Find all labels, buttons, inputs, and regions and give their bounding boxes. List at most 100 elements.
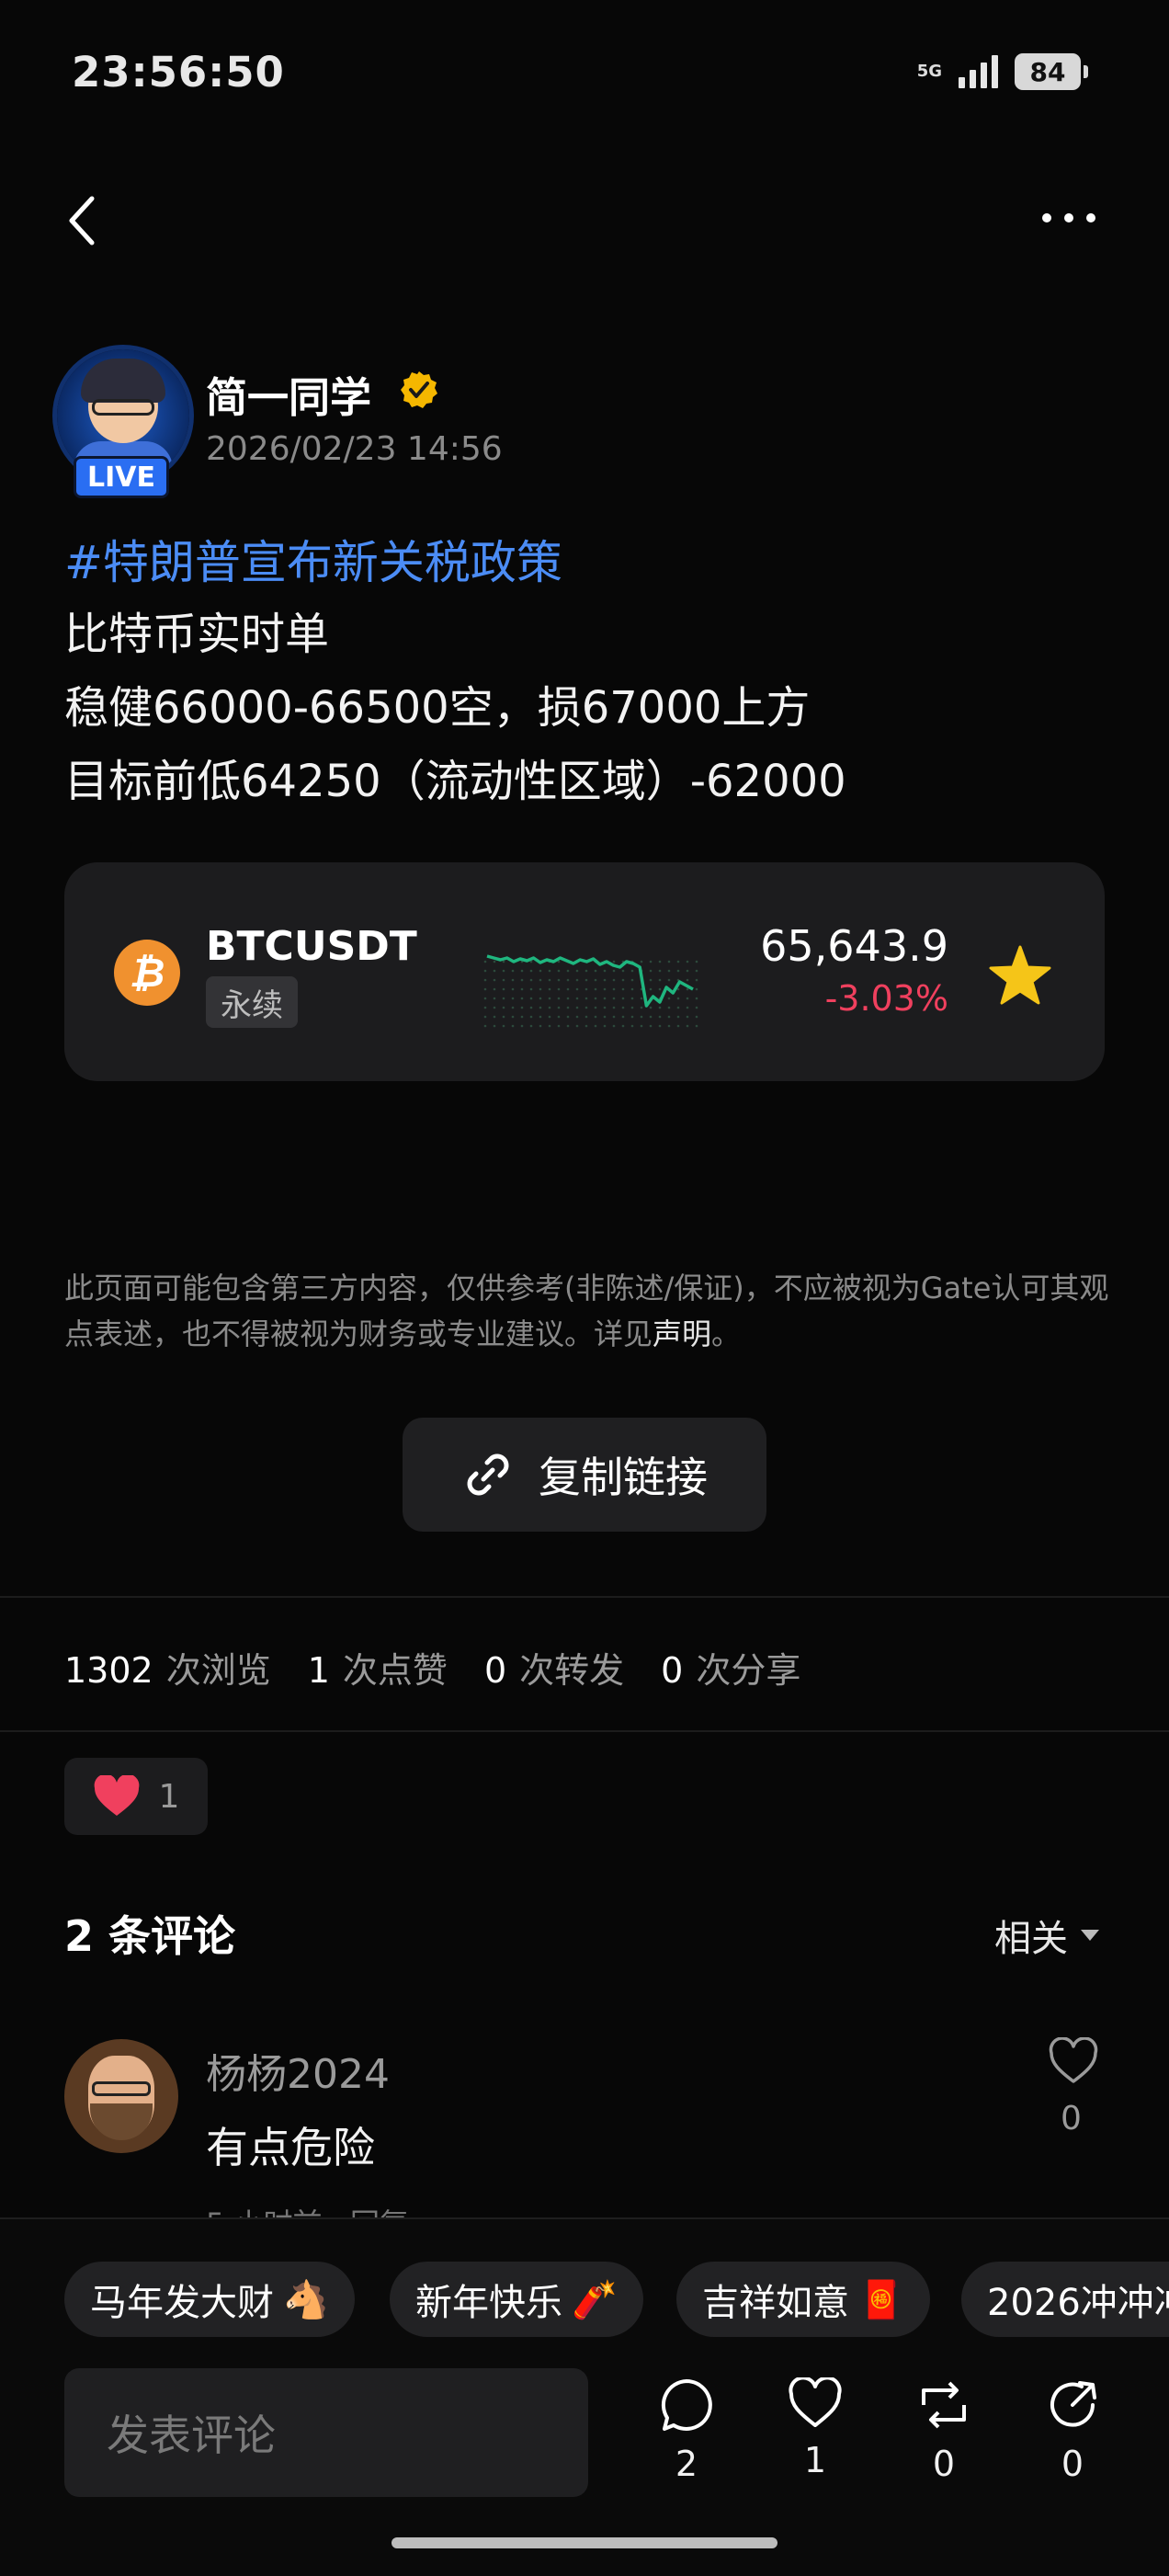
sparkline-grid-dot xyxy=(658,987,662,991)
contract-type-tag: 永续 xyxy=(206,976,298,1028)
sparkline-grid-dot xyxy=(658,1006,662,1009)
sparkline-grid-dot xyxy=(584,1015,588,1019)
sparkline-grid-dot xyxy=(676,997,680,1000)
sparkline-grid-dot xyxy=(511,969,515,973)
bitcoin-icon: ₿ xyxy=(114,940,180,1006)
sparkline-grid-dot xyxy=(695,1024,698,1028)
sparkline-grid-dot xyxy=(511,997,515,1000)
home-indicator[interactable] xyxy=(392,2537,777,2548)
sparkline-grid-dot xyxy=(539,1006,542,1009)
sparkline-grid-dot xyxy=(566,969,570,973)
sparkline-grid-dot xyxy=(575,987,579,991)
repost-action-count: 0 xyxy=(932,2444,956,2484)
quick-reply-chip[interactable]: 吉祥如意 🧧 xyxy=(676,2262,930,2337)
sparkline-grid-dot xyxy=(529,969,533,973)
sparkline-grid-dot xyxy=(529,978,533,982)
sparkline-grid-dot xyxy=(695,997,698,1000)
sparkline-grid-dot xyxy=(502,1024,505,1028)
sparkline-grid-dot xyxy=(658,1024,662,1028)
sparkline-grid-dot xyxy=(676,1024,680,1028)
sparkline-grid-dot xyxy=(667,1006,671,1009)
likes-label: 次点赞 xyxy=(342,1650,448,1691)
back-icon[interactable] xyxy=(64,193,101,248)
sparkline-grid-dot xyxy=(584,1006,588,1009)
sparkline-grid-dot xyxy=(493,997,496,1000)
sparkline-grid-dot xyxy=(529,1006,533,1009)
sparkline-grid-dot xyxy=(520,1015,524,1019)
sparkline-grid-dot xyxy=(566,987,570,991)
sparkline-line xyxy=(486,954,694,1008)
verified-badge-icon xyxy=(401,371,437,408)
quick-reply-chip[interactable]: 新年快乐 🧨 xyxy=(390,2262,643,2337)
battery-level: 84 xyxy=(1029,56,1066,87)
comment-input[interactable]: 发表评论 xyxy=(64,2368,588,2497)
comment-like-icon[interactable] xyxy=(1048,2037,1099,2085)
sparkline-grid-dot xyxy=(603,1024,607,1028)
share-action-count: 0 xyxy=(1061,2444,1084,2484)
heart-outline-icon xyxy=(789,2377,842,2427)
sparkline-grid-dot xyxy=(493,1006,496,1009)
sparkline-grid-dot xyxy=(566,1006,570,1009)
sparkline-grid-dot xyxy=(483,1015,487,1019)
sparkline-grid-dot xyxy=(640,960,643,963)
sparkline-grid-dot xyxy=(594,987,597,991)
more-options-icon[interactable] xyxy=(1042,213,1095,222)
sparkline-grid-dot xyxy=(493,960,496,963)
sparkline-grid-dot xyxy=(483,1024,487,1028)
sparkline-grid-dot xyxy=(695,978,698,982)
sparkline-grid-dot xyxy=(493,987,496,991)
copy-link-button[interactable]: 复制链接 xyxy=(403,1418,766,1532)
comment-bubble-icon xyxy=(661,2379,712,2431)
sort-dropdown[interactable]: 相关 xyxy=(994,1909,1099,1962)
post-hashtag[interactable]: #特朗普宣布新关税政策 xyxy=(64,526,562,592)
reaction-chip[interactable]: 1 xyxy=(64,1758,208,1835)
like-action[interactable]: 1 xyxy=(774,2377,857,2480)
sparkline-grid-dot xyxy=(612,1024,616,1028)
sparkline-grid-dot xyxy=(612,960,616,963)
disclaimer: 此页面可能包含第三方内容，仅供参考(非陈述/保证)，不应被视为Gate认可其观点… xyxy=(64,1265,1112,1357)
sparkline-grid-dot xyxy=(483,969,487,973)
sparkline-grid-dot xyxy=(667,978,671,982)
signal-icon xyxy=(959,55,998,88)
reposts-label: 次转发 xyxy=(519,1650,625,1691)
sparkline-grid-dot xyxy=(621,987,625,991)
live-badge[interactable]: LIVE xyxy=(74,456,169,498)
sparkline-grid-dot xyxy=(539,969,542,973)
sparkline-grid-dot xyxy=(612,978,616,982)
sparkline-grid-dot xyxy=(621,969,625,973)
commenter-avatar[interactable] xyxy=(64,2039,178,2153)
sparkline-grid-dot xyxy=(483,997,487,1000)
sparkline-grid-dot xyxy=(539,1015,542,1019)
sparkline-grid-dot xyxy=(667,1015,671,1019)
sparkline-grid-dot xyxy=(548,1015,551,1019)
quick-reply-label: 吉祥如意 xyxy=(702,2282,849,2324)
sparkline-grid-dot xyxy=(612,1006,616,1009)
sparkline-grid-dot xyxy=(658,960,662,963)
quick-reply-chip[interactable]: 2026冲冲冲 xyxy=(961,2262,1169,2337)
sparkline-grid-dot xyxy=(649,987,653,991)
comment-input-placeholder: 发表评论 xyxy=(107,2411,276,2460)
disclaimer-link[interactable]: 声明 xyxy=(653,1316,711,1351)
sparkline-grid-dot xyxy=(502,1015,505,1019)
sparkline-grid-dot xyxy=(566,978,570,982)
post-line: 比特币实时单 xyxy=(64,609,330,660)
like-action-count: 1 xyxy=(803,2440,827,2480)
copy-link-label: 复制链接 xyxy=(539,1453,708,1502)
author-name[interactable]: 简一同学 xyxy=(206,364,371,424)
sparkline-grid-dot xyxy=(493,1015,496,1019)
sparkline-grid-dot xyxy=(621,997,625,1000)
favorite-star-icon[interactable] xyxy=(989,945,1051,1006)
comments-action[interactable]: 2 xyxy=(645,2377,728,2484)
sparkline-grid-dot xyxy=(612,997,616,1000)
commenter-name[interactable]: 杨杨2024 xyxy=(206,2041,390,2100)
sparkline-grid-dot xyxy=(483,960,487,963)
sparkline-grid-dot xyxy=(594,997,597,1000)
share-action[interactable]: 0 xyxy=(1031,2377,1114,2484)
divider xyxy=(0,1730,1169,1732)
sparkline-grid-dot xyxy=(575,969,579,973)
sparkline-grid-dot xyxy=(502,997,505,1000)
quick-reply-chip[interactable]: 马年发大财 🐴 xyxy=(64,2262,355,2337)
sparkline-grid-dot xyxy=(529,1015,533,1019)
sparkline-grid-dot xyxy=(575,978,579,982)
repost-action[interactable]: 0 xyxy=(902,2377,985,2484)
